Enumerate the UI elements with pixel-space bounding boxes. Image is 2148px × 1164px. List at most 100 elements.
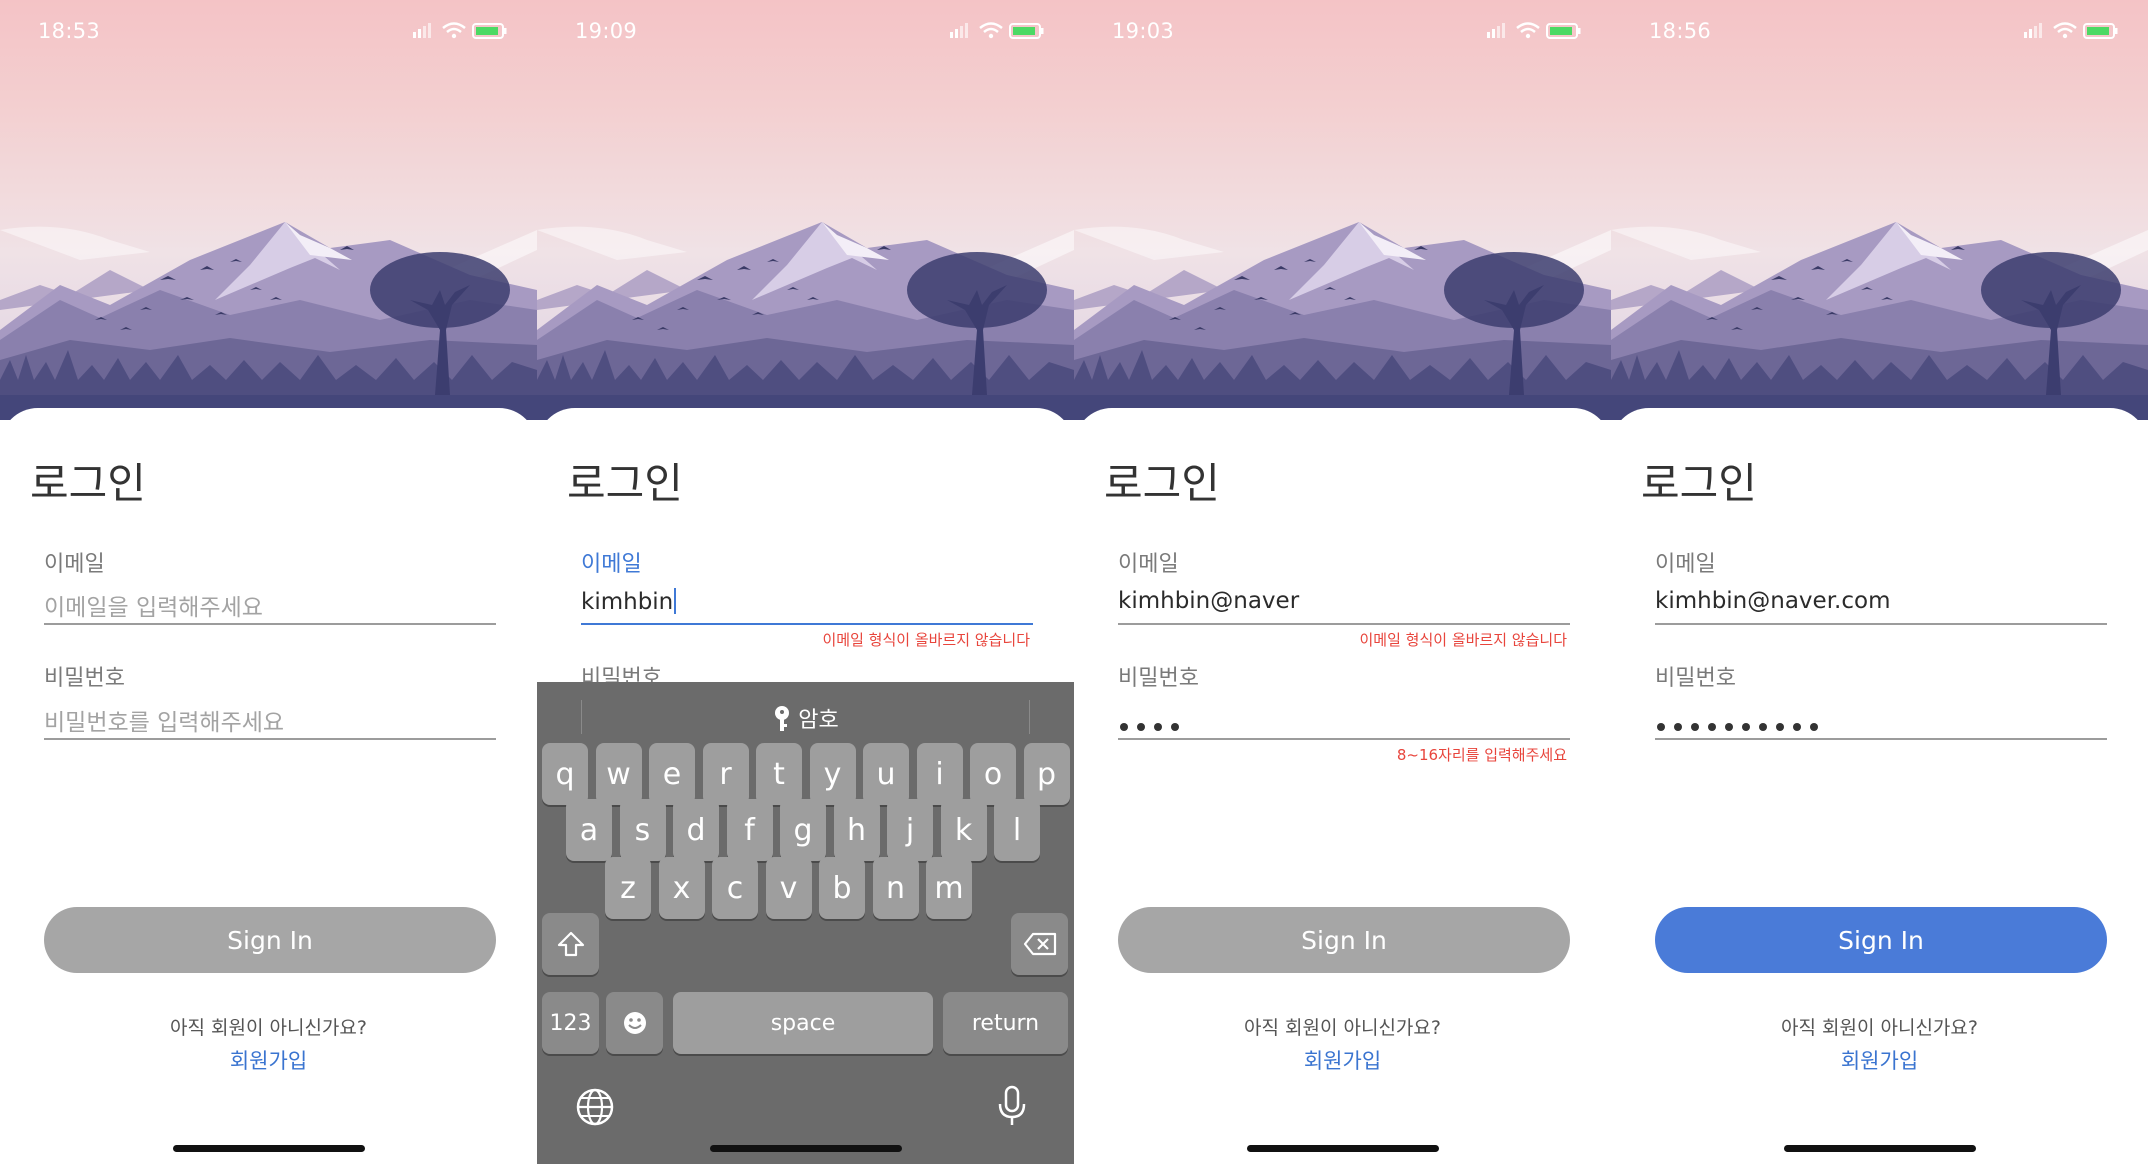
email-input[interactable]: 이메일을 입력해주세요 bbox=[44, 588, 263, 622]
password-error: 8~16자리를 입력해주세요 bbox=[1396, 746, 1567, 764]
password-dot bbox=[1120, 723, 1128, 731]
password-dot bbox=[1810, 723, 1818, 731]
key-v[interactable]: v bbox=[765, 857, 812, 919]
key-f[interactable]: f bbox=[726, 799, 773, 861]
key-s[interactable]: s bbox=[619, 799, 666, 861]
shift-icon bbox=[557, 931, 584, 957]
autofill-label: 암호 bbox=[798, 708, 839, 733]
password-dot bbox=[1691, 723, 1699, 731]
password-dot bbox=[1154, 723, 1162, 731]
password-dot bbox=[1657, 723, 1665, 731]
password-input[interactable] bbox=[1120, 716, 1188, 735]
password-label: 비밀번호 bbox=[44, 666, 125, 691]
page-title: 로그인 bbox=[567, 459, 683, 508]
password-label: 비밀번호 bbox=[1655, 666, 1736, 691]
key-k[interactable]: k bbox=[940, 799, 987, 861]
home-indicator bbox=[1247, 1145, 1439, 1152]
signal-wifi-battery-icon bbox=[413, 22, 508, 40]
key-x[interactable]: x bbox=[658, 857, 705, 919]
screens-row: 18:53 로그인 이메일 이메일을 입력해주세요 비밀번호 비밀번호를 입력해… bbox=[0, 0, 2148, 1164]
key-h[interactable]: h bbox=[833, 799, 880, 861]
status-time: 19:09 bbox=[575, 19, 638, 43]
numbers-key[interactable]: 123 bbox=[542, 992, 599, 1054]
key-p[interactable]: p bbox=[1023, 743, 1070, 805]
email-underline bbox=[1118, 623, 1570, 625]
key-r[interactable]: r bbox=[702, 743, 749, 805]
signup-question: 아직 회원이 아니신가요? bbox=[170, 1017, 367, 1039]
password-input[interactable] bbox=[1657, 716, 1827, 735]
email-input[interactable]: kimhbin@naver bbox=[1118, 588, 1299, 614]
status-bar: 19:09 bbox=[537, 0, 1074, 60]
status-time: 18:53 bbox=[38, 19, 101, 43]
key-l[interactable]: l bbox=[994, 799, 1040, 861]
key-icon bbox=[775, 706, 790, 731]
key-j[interactable]: j bbox=[887, 799, 933, 861]
key-z[interactable]: z bbox=[605, 857, 651, 919]
email-underline bbox=[44, 623, 496, 625]
key-b[interactable]: b bbox=[819, 857, 865, 919]
key-a[interactable]: a bbox=[566, 799, 612, 861]
email-label: 이메일 bbox=[44, 552, 105, 577]
space-key[interactable]: space bbox=[673, 992, 933, 1054]
password-dot bbox=[1759, 723, 1767, 731]
key-d[interactable]: d bbox=[673, 799, 719, 861]
password-input[interactable]: 비밀번호를 입력해주세요 bbox=[44, 703, 284, 737]
keyboard: 암호 qwertyuiopasdfghjklzxcvbnm 123 space … bbox=[537, 682, 1074, 1164]
shift-key[interactable] bbox=[542, 913, 599, 975]
sign-in-button[interactable]: Sign In bbox=[44, 907, 496, 973]
password-dot bbox=[1674, 723, 1682, 731]
key-o[interactable]: o bbox=[970, 743, 1016, 805]
key-n[interactable]: n bbox=[872, 857, 919, 919]
landscape-header bbox=[0, 0, 537, 420]
email-error: 이메일 형식이 올바르지 않습니다 bbox=[822, 631, 1030, 649]
sign-in-button[interactable]: Sign In bbox=[1118, 907, 1570, 973]
key-t[interactable]: t bbox=[756, 743, 802, 805]
return-key[interactable]: return bbox=[943, 992, 1068, 1054]
email-input[interactable]: kimhbin@naver.com bbox=[1655, 588, 1890, 614]
phone-screen-empty: 18:53 로그인 이메일 이메일을 입력해주세요 비밀번호 비밀번호를 입력해… bbox=[0, 0, 537, 1164]
signup-link[interactable]: 회원가입 bbox=[0, 1045, 537, 1075]
email-label: 이메일 bbox=[1655, 552, 1716, 577]
key-w[interactable]: w bbox=[595, 743, 642, 805]
password-dot bbox=[1793, 723, 1801, 731]
signup-question: 아직 회원이 아니신가요? bbox=[1781, 1017, 1978, 1039]
signup-link[interactable]: 회원가입 bbox=[1611, 1045, 2148, 1075]
microphone-icon[interactable] bbox=[997, 1085, 1027, 1127]
page-title: 로그인 bbox=[1641, 459, 1757, 508]
key-y[interactable]: y bbox=[809, 743, 856, 805]
landscape-header bbox=[537, 0, 1074, 420]
password-underline bbox=[1118, 738, 1570, 740]
password-autofill-suggestion[interactable]: 암호 bbox=[537, 702, 1074, 734]
globe-icon[interactable] bbox=[575, 1087, 615, 1127]
phone-screen-errors: 19:03 로그인 이메일 kimhbin@naver 이메일 형식이 올바르지… bbox=[1074, 0, 1611, 1164]
email-label: 이메일 bbox=[1118, 552, 1179, 577]
key-q[interactable]: q bbox=[542, 743, 588, 805]
backspace-icon bbox=[1023, 932, 1056, 956]
signal-wifi-battery-icon bbox=[950, 22, 1045, 40]
phone-screen-typing: 19:09 로그인 이메일 kimhbin 이메일 형식이 올바르지 않습니다 … bbox=[537, 0, 1074, 1164]
email-input[interactable]: kimhbin bbox=[581, 588, 677, 615]
key-i[interactable]: i bbox=[916, 743, 963, 805]
backspace-key[interactable] bbox=[1011, 913, 1068, 975]
status-bar: 19:03 bbox=[1074, 0, 1611, 60]
emoji-key[interactable] bbox=[606, 992, 663, 1054]
status-time: 19:03 bbox=[1112, 19, 1175, 43]
mountain-illustration bbox=[1611, 222, 2148, 420]
password-dot bbox=[1137, 723, 1145, 731]
key-g[interactable]: g bbox=[780, 799, 826, 861]
landscape-header bbox=[1611, 0, 2148, 420]
sign-in-button[interactable]: Sign In bbox=[1655, 907, 2107, 973]
landscape-header bbox=[1074, 0, 1611, 420]
signup-question: 아직 회원이 아니신가요? bbox=[1244, 1017, 1441, 1039]
home-indicator bbox=[1784, 1145, 1976, 1152]
signup-link[interactable]: 회원가입 bbox=[1074, 1045, 1611, 1075]
status-bar: 18:56 bbox=[1611, 0, 2148, 60]
password-dot bbox=[1776, 723, 1784, 731]
key-e[interactable]: e bbox=[649, 743, 695, 805]
key-u[interactable]: u bbox=[863, 743, 909, 805]
home-indicator bbox=[173, 1145, 365, 1152]
email-error: 이메일 형식이 올바르지 않습니다 bbox=[1359, 631, 1567, 649]
key-c[interactable]: c bbox=[712, 857, 758, 919]
email-label: 이메일 bbox=[581, 552, 642, 577]
key-m[interactable]: m bbox=[926, 857, 972, 919]
